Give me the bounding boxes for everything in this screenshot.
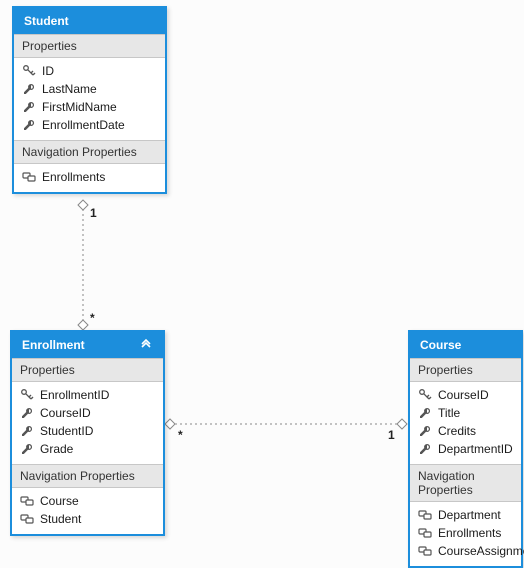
- property-row[interactable]: EnrollmentDate: [20, 116, 159, 134]
- mult-course-one: 1: [388, 428, 395, 442]
- chevron-up-icon[interactable]: [139, 338, 153, 352]
- nav-label: Student: [40, 512, 81, 526]
- nav-row[interactable]: Department: [416, 506, 515, 524]
- section-header-nav[interactable]: Navigation Properties: [12, 464, 163, 488]
- property-label: StudentID: [40, 424, 93, 438]
- property-row[interactable]: CourseID: [18, 404, 157, 422]
- mult-enrollment-star-right: *: [178, 428, 183, 442]
- property-row[interactable]: Credits: [416, 422, 515, 440]
- nav-label: Department: [438, 508, 501, 522]
- erd-canvas: 1 * * 1 Student Properties ID LastName F…: [0, 0, 524, 535]
- property-label: Grade: [40, 442, 73, 456]
- property-row[interactable]: LastName: [20, 80, 159, 98]
- property-row[interactable]: DepartmentID: [416, 440, 515, 458]
- property-row[interactable]: CourseID: [416, 386, 515, 404]
- nav-label: Course: [40, 494, 79, 508]
- wrench-icon: [418, 406, 432, 420]
- navigation-icon: [22, 170, 36, 184]
- property-label: EnrollmentID: [40, 388, 109, 402]
- wrench-icon: [418, 442, 432, 456]
- entity-enrollment[interactable]: Enrollment Properties EnrollmentID Cours…: [10, 330, 165, 536]
- mult-student-one: 1: [90, 206, 97, 220]
- wrench-icon: [22, 100, 36, 114]
- entity-course-title: Course: [420, 338, 461, 352]
- property-label: Title: [438, 406, 460, 420]
- nav-label: Enrollments: [438, 526, 501, 540]
- entity-student[interactable]: Student Properties ID LastName FirstMidN…: [12, 6, 167, 194]
- wrench-icon: [20, 442, 34, 456]
- property-row[interactable]: EnrollmentID: [18, 386, 157, 404]
- wrench-icon: [418, 424, 432, 438]
- mult-enrollment-star-up: *: [90, 311, 95, 325]
- wrench-icon: [20, 424, 34, 438]
- property-label: Credits: [438, 424, 476, 438]
- nav-row[interactable]: Enrollments: [20, 168, 159, 186]
- entity-course-header[interactable]: Course: [410, 332, 521, 358]
- wrench-icon: [20, 406, 34, 420]
- entity-student-title: Student: [24, 14, 69, 28]
- section-header-properties[interactable]: Properties: [12, 358, 163, 382]
- entity-enrollment-title: Enrollment: [22, 338, 85, 352]
- navigation-icon: [418, 508, 432, 522]
- section-body-properties: EnrollmentID CourseID StudentID Grade: [12, 382, 163, 464]
- property-label: DepartmentID: [438, 442, 513, 456]
- property-row[interactable]: FirstMidName: [20, 98, 159, 116]
- property-label: CourseID: [438, 388, 489, 402]
- nav-row[interactable]: Course: [18, 492, 157, 510]
- wrench-icon: [22, 118, 36, 132]
- nav-row[interactable]: Student: [18, 510, 157, 528]
- section-body-nav: Course Student: [12, 488, 163, 534]
- section-body-properties: ID LastName FirstMidName EnrollmentDate: [14, 58, 165, 140]
- key-icon: [20, 388, 34, 402]
- navigation-icon: [418, 544, 432, 558]
- property-row[interactable]: Grade: [18, 440, 157, 458]
- nav-label: CourseAssignments: [438, 544, 524, 558]
- entity-enrollment-header[interactable]: Enrollment: [12, 332, 163, 358]
- navigation-icon: [20, 512, 34, 526]
- property-label: CourseID: [40, 406, 91, 420]
- nav-row[interactable]: Enrollments: [416, 524, 515, 542]
- property-label: EnrollmentDate: [42, 118, 125, 132]
- entity-course[interactable]: Course Properties CourseID Title Credits…: [408, 330, 523, 568]
- section-body-nav: Department Enrollments CourseAssignments: [410, 502, 521, 566]
- section-body-nav: Enrollments: [14, 164, 165, 192]
- property-row[interactable]: StudentID: [18, 422, 157, 440]
- key-icon: [418, 388, 432, 402]
- section-header-properties[interactable]: Properties: [14, 34, 165, 58]
- property-label: FirstMidName: [42, 100, 117, 114]
- nav-label: Enrollments: [42, 170, 105, 184]
- key-icon: [22, 64, 36, 78]
- section-header-properties[interactable]: Properties: [410, 358, 521, 382]
- property-row[interactable]: Title: [416, 404, 515, 422]
- entity-student-header[interactable]: Student: [14, 8, 165, 34]
- navigation-icon: [418, 526, 432, 540]
- section-body-properties: CourseID Title Credits DepartmentID: [410, 382, 521, 464]
- property-row[interactable]: ID: [20, 62, 159, 80]
- wrench-icon: [22, 82, 36, 96]
- navigation-icon: [20, 494, 34, 508]
- property-label: ID: [42, 64, 54, 78]
- section-header-nav[interactable]: Navigation Properties: [14, 140, 165, 164]
- property-label: LastName: [42, 82, 97, 96]
- nav-row[interactable]: CourseAssignments: [416, 542, 515, 560]
- section-header-nav[interactable]: Navigation Properties: [410, 464, 521, 502]
